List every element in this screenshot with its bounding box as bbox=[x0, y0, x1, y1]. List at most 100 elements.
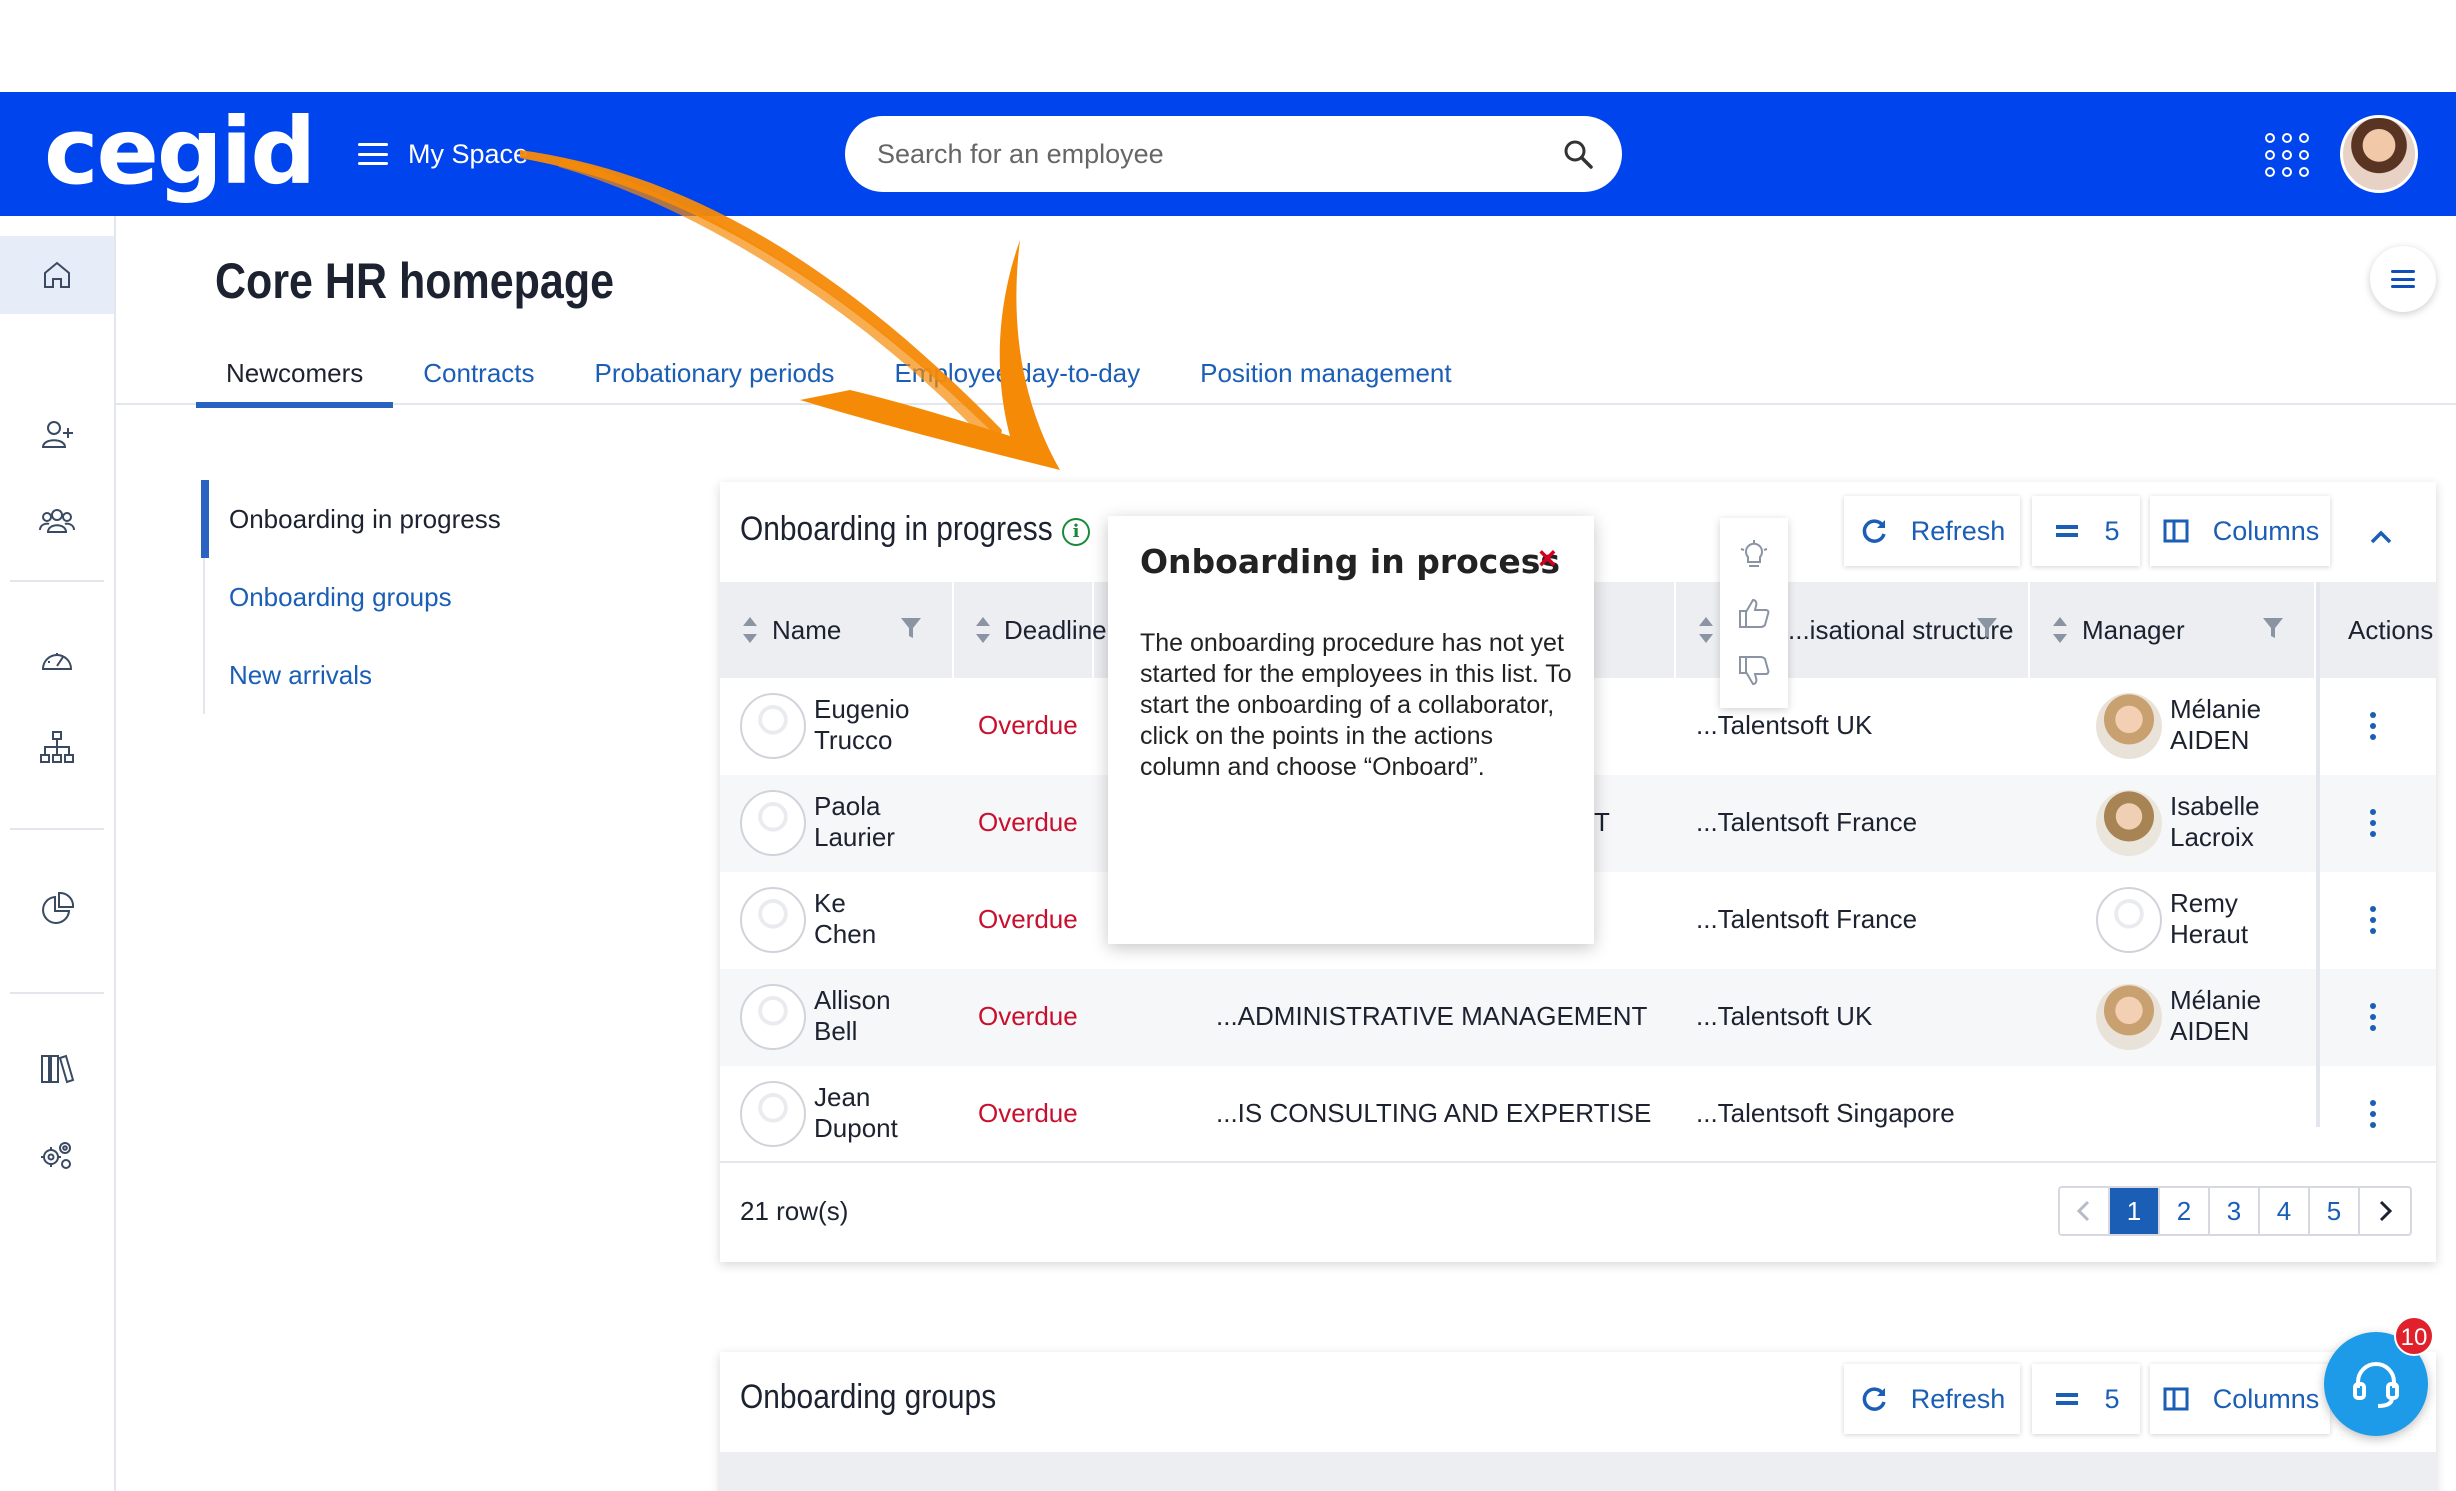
tab-probationary-periods[interactable]: Probationary periods bbox=[565, 340, 865, 408]
columns-icon bbox=[2163, 1387, 2189, 1411]
team-icon[interactable] bbox=[0, 482, 114, 560]
lightbulb-icon[interactable] bbox=[1736, 537, 1772, 573]
close-icon[interactable]: × bbox=[1538, 540, 1557, 577]
add-user-icon[interactable] bbox=[0, 396, 114, 474]
tab-contracts[interactable]: Contracts bbox=[393, 340, 564, 408]
rail-divider bbox=[10, 992, 104, 994]
refresh-button[interactable]: Refresh bbox=[1844, 1364, 2020, 1434]
row-actions-icon[interactable] bbox=[2370, 1003, 2378, 1031]
chevron-up-icon bbox=[2370, 530, 2392, 544]
page-3-button[interactable]: 3 bbox=[2210, 1188, 2260, 1234]
page-1-button[interactable]: 1 bbox=[2110, 1188, 2160, 1234]
employee-name[interactable]: Paola Laurier bbox=[814, 791, 895, 853]
column-name[interactable]: Name bbox=[720, 582, 954, 678]
popover-title: Onboarding in process bbox=[1140, 542, 1561, 581]
employee-name[interactable]: Ke Chen bbox=[814, 888, 876, 950]
row-actions-icon[interactable] bbox=[2370, 712, 2378, 740]
rows-icon bbox=[2056, 525, 2079, 537]
deadline-status: Overdue bbox=[978, 904, 1078, 934]
row-actions-icon[interactable] bbox=[2370, 809, 2378, 837]
section-nav-new-arrivals[interactable]: New arrivals bbox=[205, 636, 603, 714]
collapse-button[interactable] bbox=[2346, 502, 2416, 572]
cegid-logo[interactable]: cegid bbox=[44, 92, 316, 216]
avatar bbox=[740, 1081, 806, 1147]
section-nav-onboarding-groups[interactable]: Onboarding groups bbox=[205, 558, 603, 636]
columns-button[interactable]: Columns bbox=[2150, 496, 2330, 566]
page-menu-button[interactable] bbox=[2370, 246, 2436, 312]
info-popover: Onboarding in process × The onboarding p… bbox=[1108, 516, 1594, 944]
page-5-button[interactable]: 5 bbox=[2310, 1188, 2360, 1234]
employee-search[interactable] bbox=[845, 116, 1622, 192]
page-size-button[interactable]: 5 bbox=[2032, 496, 2140, 566]
page-2-button[interactable]: 2 bbox=[2160, 1188, 2210, 1234]
table-header bbox=[720, 1452, 2436, 1491]
sort-icon[interactable] bbox=[742, 617, 758, 643]
manager-name: Remy Heraut bbox=[2170, 888, 2249, 949]
org-chart-icon[interactable] bbox=[0, 708, 114, 786]
sort-icon[interactable] bbox=[2052, 617, 2068, 643]
employee-name[interactable]: Jean Dupont bbox=[814, 1082, 898, 1144]
row-actions-icon[interactable] bbox=[2370, 906, 2378, 934]
refresh-button[interactable]: Refresh bbox=[1844, 496, 2020, 566]
manager-avatar bbox=[2096, 984, 2162, 1050]
page-size-button[interactable]: 5 bbox=[2032, 1364, 2140, 1434]
refresh-icon bbox=[1862, 519, 1886, 543]
my-space-menu[interactable]: My Space bbox=[358, 132, 528, 176]
refresh-label: Refresh bbox=[1910, 1383, 2006, 1414]
table-row[interactable]: Jean Dupont Overdue ...IS CONSULTING AND … bbox=[720, 1066, 2436, 1163]
search-icon[interactable] bbox=[1562, 138, 1594, 170]
department: ...IS CONSULTING AND EXPERTISE bbox=[1216, 1098, 1652, 1128]
search-input[interactable] bbox=[877, 138, 1562, 170]
row-actions-icon[interactable] bbox=[2370, 1100, 2378, 1128]
dashboard-gauge-icon[interactable] bbox=[0, 622, 114, 700]
actions-column-divider bbox=[2316, 582, 2320, 1127]
tab-bar: Newcomers Contracts Probationary periods… bbox=[196, 340, 1482, 408]
feedback-bar bbox=[1720, 518, 1788, 708]
settings-gears-icon[interactable] bbox=[0, 1116, 114, 1194]
library-icon[interactable] bbox=[0, 1030, 114, 1108]
sort-icon[interactable] bbox=[976, 617, 990, 643]
pie-chart-icon[interactable] bbox=[0, 870, 114, 948]
filter-icon[interactable] bbox=[900, 616, 922, 640]
user-avatar[interactable] bbox=[2340, 115, 2418, 193]
page-4-button[interactable]: 4 bbox=[2260, 1188, 2310, 1234]
prev-page-button[interactable] bbox=[2060, 1188, 2110, 1234]
avatar bbox=[740, 790, 806, 856]
top-strip bbox=[0, 0, 2456, 92]
deadline-status: Overdue bbox=[978, 1001, 1078, 1031]
column-name-label: Name bbox=[772, 614, 842, 645]
column-manager-label: Manager bbox=[2082, 614, 2185, 645]
sort-icon[interactable] bbox=[1698, 617, 1714, 643]
employee-name[interactable]: Allison Bell bbox=[814, 985, 891, 1047]
table-row[interactable]: Allison Bell Overdue ...ADMINISTRATIVE MA… bbox=[720, 969, 2436, 1066]
manager-avatar bbox=[2096, 887, 2162, 953]
tab-position-management[interactable]: Position management bbox=[1170, 340, 1481, 408]
home-icon[interactable] bbox=[0, 236, 114, 314]
info-icon[interactable]: i bbox=[1062, 518, 1090, 546]
tab-employee-day-to-day[interactable]: Employee day-to-day bbox=[864, 340, 1170, 408]
apps-grid-icon[interactable] bbox=[2265, 133, 2309, 177]
rows-icon bbox=[2056, 1393, 2079, 1405]
columns-icon bbox=[2163, 519, 2189, 543]
section-nav-onboarding-in-progress[interactable]: Onboarding in progress bbox=[201, 480, 603, 558]
columns-button[interactable]: Columns bbox=[2150, 1364, 2330, 1434]
filter-icon[interactable] bbox=[1976, 616, 1998, 640]
thumbs-down-icon[interactable] bbox=[1736, 653, 1772, 689]
rail-divider bbox=[10, 828, 104, 830]
filter-icon[interactable] bbox=[2262, 616, 2284, 640]
page-size-value: 5 bbox=[2104, 1383, 2120, 1414]
page-title: Core HR homepage bbox=[215, 253, 615, 309]
column-deadline-label: Deadline bbox=[1004, 614, 1107, 645]
column-manager[interactable]: Manager bbox=[2030, 582, 2316, 678]
chevron-right-icon bbox=[2379, 1200, 2393, 1222]
next-page-button[interactable] bbox=[2360, 1188, 2410, 1234]
notification-badge: 10 bbox=[2394, 1316, 2434, 1356]
column-actions-label: Actions bbox=[2348, 614, 2434, 645]
department: T bbox=[1594, 807, 1610, 837]
thumbs-up-icon[interactable] bbox=[1736, 595, 1772, 631]
menu-icon bbox=[2391, 270, 2415, 288]
tab-newcomers[interactable]: Newcomers bbox=[196, 340, 394, 408]
employee-name[interactable]: Eugenio Trucco bbox=[814, 694, 909, 756]
column-deadline[interactable]: Deadline bbox=[954, 582, 1107, 678]
app-header: cegid My Space bbox=[0, 92, 2456, 216]
